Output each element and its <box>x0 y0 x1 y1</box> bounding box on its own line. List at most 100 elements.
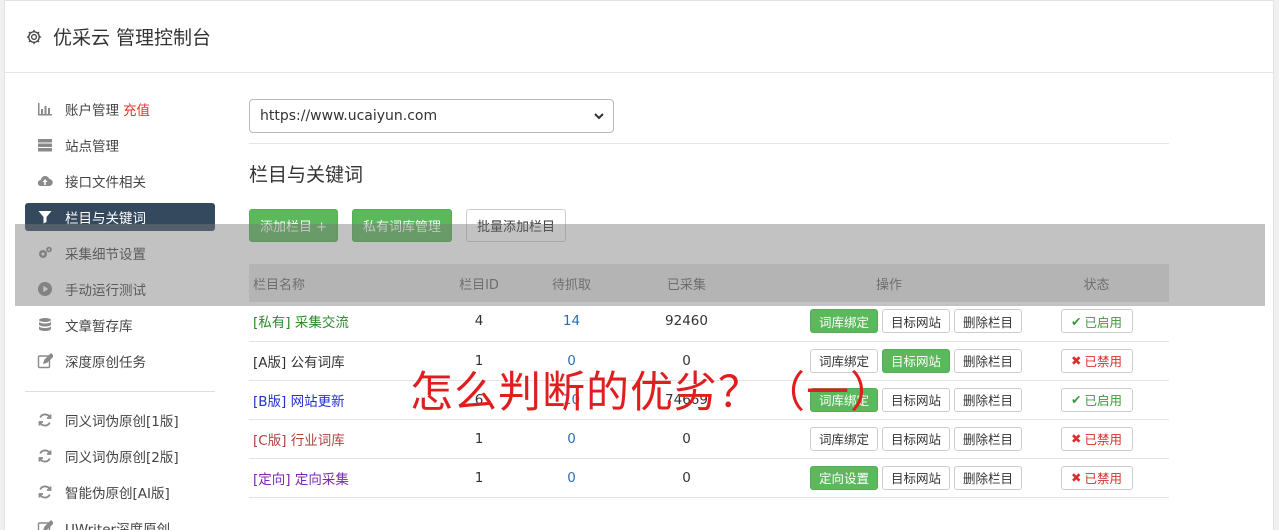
sidebar-item-sites[interactable]: 站点管理 <box>25 131 215 159</box>
column-name-cell: [B版] 网站更新 <box>249 380 434 420</box>
status-label: 已禁用 <box>1084 432 1122 447</box>
sidebar-item-uwriter[interactable]: UWriter深度原创 <box>25 514 215 530</box>
lib-bind-button[interactable]: 词库绑定 <box>809 309 878 334</box>
column-tag: [B版] <box>253 393 287 410</box>
sidebar-item-label: 同义词伪原创[2版] <box>65 450 179 466</box>
column-name-cell: [C版] 行业词库 <box>249 419 434 459</box>
pending-count: 0 <box>524 458 619 498</box>
status-toggle[interactable]: ✖ 已禁用 <box>1060 465 1133 490</box>
column-id: 1 <box>434 419 524 459</box>
status-cell: ✖ 已禁用 <box>1024 419 1169 459</box>
pending-count: 14 <box>524 302 619 342</box>
column-name-link[interactable]: 公有词库 <box>291 355 345 371</box>
column-name-link[interactable]: 网站更新 <box>291 394 345 410</box>
sidebar-item-label: 深度原创任务 <box>65 355 146 371</box>
overlay-band <box>15 224 1265 306</box>
recharge-link[interactable]: 充值 <box>123 99 150 119</box>
collected-count: 92460 <box>619 302 754 342</box>
bar-chart-icon <box>35 101 55 117</box>
table-row: [私有] 采集交流 4 14 92460 词库绑定 目标网站 删除栏目 ✔ 已启用 <box>249 302 1169 342</box>
status-cell: ✔ 已启用 <box>1024 380 1169 420</box>
lib-bind-button[interactable]: 词库绑定 <box>809 426 878 451</box>
filter-icon <box>35 209 55 225</box>
refresh-icon <box>35 412 55 428</box>
ops-cell: 词库绑定 目标网站 删除栏目 <box>754 302 1024 342</box>
column-tag: [定向] <box>253 471 291 488</box>
sidebar-item-synonym-v1[interactable]: 同义词伪原创[1版] <box>25 406 215 434</box>
ops-cell: 词库绑定 目标网站 删除栏目 <box>754 419 1024 459</box>
status-toggle[interactable]: ✖ 已禁用 <box>1060 426 1133 451</box>
status-label: 已启用 <box>1084 393 1122 408</box>
status-label: 已禁用 <box>1084 471 1122 486</box>
target-site-button[interactable]: 目标网站 <box>881 309 950 334</box>
delete-column-button[interactable]: 删除栏目 <box>953 387 1022 412</box>
section-divider <box>249 143 1169 144</box>
edit-icon <box>35 353 55 369</box>
collected-count: 0 <box>619 419 754 459</box>
status-toggle[interactable]: ✔ 已启用 <box>1060 387 1133 412</box>
sidebar-item-label: 文章暂存库 <box>65 319 133 335</box>
sidebar-item-synonym-v2[interactable]: 同义词伪原创[2版] <box>25 442 215 470</box>
column-name-cell: [A版] 公有词库 <box>249 341 434 381</box>
ops-cell: 定向设置 目标网站 删除栏目 <box>754 458 1024 498</box>
refresh-icon <box>35 484 55 500</box>
sidebar-item-deep-original[interactable]: 深度原创任务 <box>25 347 215 375</box>
column-name-cell: [私有] 采集交流 <box>249 302 434 342</box>
target-site-button[interactable]: 目标网站 <box>881 426 950 451</box>
site-select-value: https://www.ucaiyun.com <box>260 108 438 124</box>
check-icon: ✔ <box>1071 313 1082 329</box>
sidebar-item-article-store[interactable]: 文章暂存库 <box>25 311 215 339</box>
column-name-link[interactable]: 定向采集 <box>295 472 349 488</box>
delete-column-button[interactable]: 删除栏目 <box>953 348 1022 373</box>
cloud-upload-icon <box>35 173 55 189</box>
sidebar-divider <box>25 391 215 392</box>
status-toggle[interactable]: ✔ 已启用 <box>1060 309 1133 334</box>
delete-column-button[interactable]: 删除栏目 <box>953 426 1022 451</box>
pending-count: 0 <box>524 419 619 459</box>
site-select[interactable]: https://www.ucaiyun.com <box>249 99 614 133</box>
column-tag: [A版] <box>253 354 287 371</box>
collected-count: 0 <box>619 458 754 498</box>
column-id: 4 <box>434 302 524 342</box>
status-label: 已启用 <box>1084 314 1122 330</box>
sidebar-item-label: 智能伪原创[AI版] <box>65 486 170 502</box>
sidebar-item-ai-original[interactable]: 智能伪原创[AI版] <box>25 478 215 506</box>
directed-settings-button[interactable]: 定向设置 <box>809 465 878 490</box>
table-row: [定向] 定向采集 1 0 0 定向设置 目标网站 删除栏目 ✖ 已禁用 <box>249 458 1169 498</box>
column-tag: [C版] <box>253 432 287 449</box>
column-name-link[interactable]: 行业词库 <box>291 433 345 449</box>
gear-icon <box>26 29 42 44</box>
close-icon: ✖ <box>1071 353 1082 368</box>
sidebar-item-label: 接口文件相关 <box>65 175 146 191</box>
check-icon: ✔ <box>1071 392 1082 407</box>
sidebar-item-account[interactable]: 账户管理 充值 <box>25 95 215 123</box>
status-cell: ✔ 已启用 <box>1024 302 1169 342</box>
column-name-link[interactable]: 采集交流 <box>295 315 349 331</box>
status-cell: ✖ 已禁用 <box>1024 458 1169 498</box>
status-label: 已禁用 <box>1084 354 1122 369</box>
sidebar-item-label: 账户管理 <box>65 103 119 119</box>
section-title: 栏目与关键词 <box>249 164 364 186</box>
server-icon <box>35 137 55 153</box>
close-icon: ✖ <box>1071 470 1082 485</box>
sidebar-item-label: 同义词伪原创[1版] <box>65 414 179 430</box>
sidebar: 账户管理 充值 站点管理 接口文件相关 栏目与关键词 采集细节设置 手动运行测试… <box>25 95 215 530</box>
status-toggle[interactable]: ✖ 已禁用 <box>1060 348 1133 373</box>
column-name-cell: [定向] 定向采集 <box>249 458 434 498</box>
delete-column-button[interactable]: 删除栏目 <box>953 465 1022 490</box>
column-id: 1 <box>434 458 524 498</box>
sidebar-item-label: 站点管理 <box>65 139 119 155</box>
refresh-icon <box>35 448 55 464</box>
status-cell: ✖ 已禁用 <box>1024 341 1169 381</box>
overlay-caption: 怎么判断的优劣？（一） <box>410 368 894 418</box>
column-tag: [私有] <box>253 315 291 332</box>
table-row: [C版] 行业词库 1 0 0 词库绑定 目标网站 删除栏目 ✖ 已禁用 <box>249 419 1169 459</box>
delete-column-button[interactable]: 删除栏目 <box>953 309 1022 334</box>
sidebar-item-label: UWriter深度原创 <box>65 522 171 530</box>
close-icon: ✖ <box>1071 431 1082 446</box>
sidebar-item-interface[interactable]: 接口文件相关 <box>25 167 215 195</box>
target-site-button[interactable]: 目标网站 <box>881 465 950 490</box>
database-icon <box>35 317 55 333</box>
edit-icon <box>35 520 55 530</box>
header: 优采云 管理控制台 <box>5 1 1273 73</box>
